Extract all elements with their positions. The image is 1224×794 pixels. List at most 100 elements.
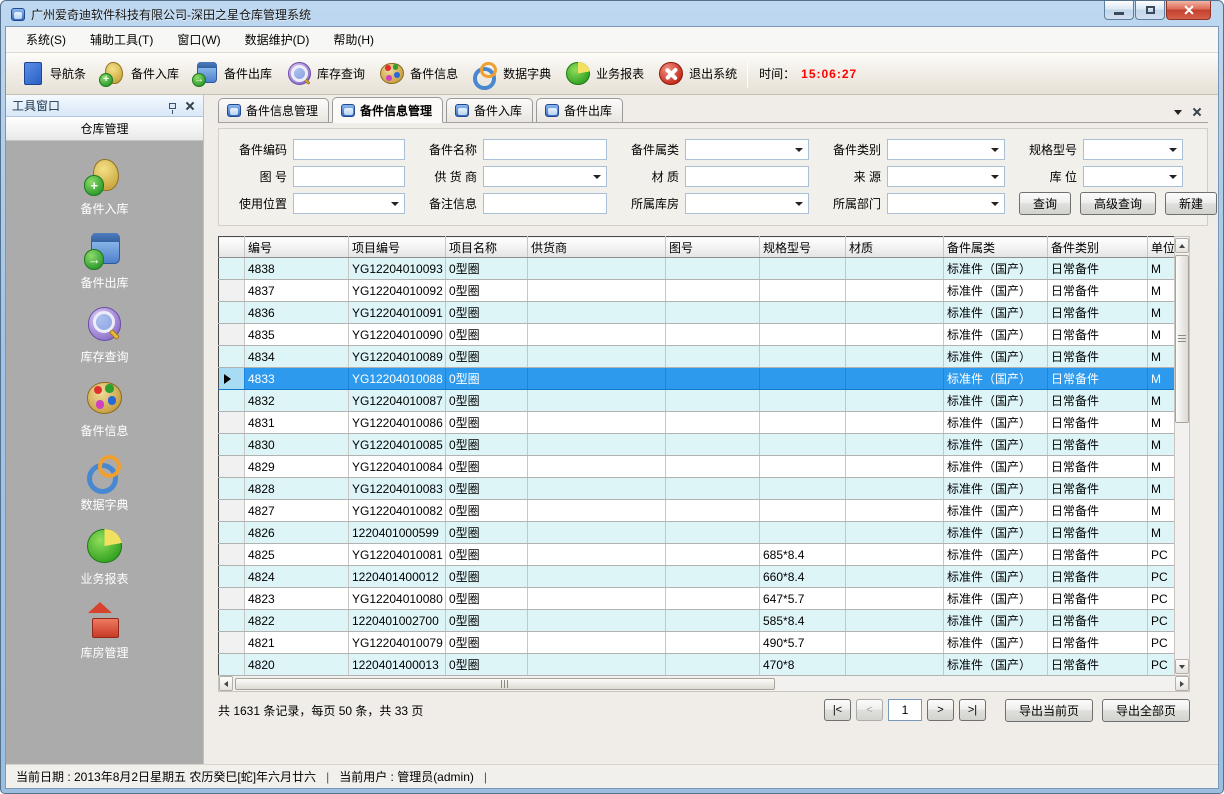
search-field-input[interactable] xyxy=(484,167,606,186)
column-header[interactable]: 单位 xyxy=(1148,237,1175,258)
menu-item[interactable]: 窗口(W) xyxy=(165,27,232,52)
advanced-query-button[interactable]: 高级查询 xyxy=(1080,192,1156,215)
table-row[interactable]: 4822 1220401002700 0型圈 585*8.4 标准件（国产） 日… xyxy=(219,610,1175,632)
search-field-control[interactable] xyxy=(483,166,607,187)
search-field-control[interactable] xyxy=(685,166,809,187)
row-selector-cell[interactable] xyxy=(219,434,245,456)
menu-item[interactable]: 系统(S) xyxy=(14,27,78,52)
table-row[interactable]: 4825 YG12204010081 0型圈 685*8.4 标准件（国产） 日… xyxy=(219,544,1175,566)
export-all-pages-button[interactable]: 导出全部页 xyxy=(1102,699,1190,722)
chevron-down-icon[interactable] xyxy=(1169,148,1177,152)
next-page-button[interactable]: > xyxy=(927,699,954,721)
search-field-input[interactable] xyxy=(686,140,808,159)
table-row[interactable]: 4828 YG12204010083 0型圈 标准件（国产） 日常备件 xyxy=(219,478,1175,500)
menu-item[interactable]: 辅助工具(T) xyxy=(78,27,165,52)
column-header[interactable]: 项目名称 xyxy=(446,237,528,258)
search-field-control[interactable] xyxy=(887,139,1005,160)
sidebar-shortcut[interactable]: 库存查询 xyxy=(80,305,128,365)
table-row[interactable]: 4830 YG12204010085 0型圈 标准件（国产） 日常备件 xyxy=(219,434,1175,456)
row-selector-cell[interactable] xyxy=(219,258,245,280)
chevron-down-icon[interactable] xyxy=(795,202,803,206)
row-selector-cell[interactable] xyxy=(219,390,245,412)
table-row[interactable]: 4836 YG12204010091 0型圈 标准件（国产） 日常备件 xyxy=(219,302,1175,324)
row-selector-cell[interactable] xyxy=(219,456,245,478)
page-number-input[interactable] xyxy=(888,699,922,721)
tab-list-dropdown-icon[interactable] xyxy=(1174,110,1182,115)
vertical-scrollbar[interactable] xyxy=(1174,236,1190,676)
chevron-down-icon[interactable] xyxy=(795,148,803,152)
row-selector-cell[interactable] xyxy=(219,610,245,632)
search-field-input[interactable] xyxy=(888,167,1004,186)
search-field-control[interactable] xyxy=(887,166,1005,187)
search-field-control[interactable] xyxy=(483,193,607,214)
search-field-input[interactable] xyxy=(888,194,1004,213)
row-selector-cell[interactable] xyxy=(219,522,245,544)
sidebar-shortcut[interactable]: 业务报表 xyxy=(80,527,128,587)
column-header[interactable]: 编号 xyxy=(245,237,349,258)
new-button[interactable]: 新建 xyxy=(1165,192,1217,215)
column-header[interactable]: 规格型号 xyxy=(760,237,846,258)
sidebar-shortcut[interactable]: 数据字典 xyxy=(80,453,128,513)
query-button[interactable]: 查询 xyxy=(1019,192,1071,215)
table-row[interactable]: 4820 1220401400013 0型圈 470*8 标准件（国产） 日常备… xyxy=(219,654,1175,676)
table-row[interactable]: 4824 1220401400012 0型圈 660*8.4 标准件（国产） 日… xyxy=(219,566,1175,588)
toolbar-button[interactable]: 数据字典 xyxy=(465,57,558,91)
horizontal-scrollbar[interactable] xyxy=(218,676,1190,692)
sidebar-shortcut[interactable]: 备件入库 xyxy=(80,157,128,217)
menu-item[interactable]: 帮助(H) xyxy=(321,27,386,52)
search-field-input[interactable] xyxy=(1084,167,1182,186)
search-field-input[interactable] xyxy=(484,140,606,159)
scroll-down-button[interactable] xyxy=(1175,659,1189,674)
table-row[interactable]: 4834 YG12204010089 0型圈 标准件（国产） 日常备件 xyxy=(219,346,1175,368)
row-selector-cell[interactable] xyxy=(219,654,245,676)
chevron-down-icon[interactable] xyxy=(991,202,999,206)
toolbar-button[interactable]: 备件出库 xyxy=(186,57,279,91)
search-field-input[interactable] xyxy=(686,167,808,186)
table-row[interactable]: 4831 YG12204010086 0型圈 标准件（国产） 日常备件 xyxy=(219,412,1175,434)
toolbar-button[interactable]: 业务报表 xyxy=(558,57,651,91)
sidebar-shortcut[interactable]: 备件信息 xyxy=(80,379,128,439)
prev-page-button[interactable]: < xyxy=(856,699,883,721)
row-selector-cell[interactable] xyxy=(219,324,245,346)
row-selector-cell[interactable] xyxy=(219,346,245,368)
close-button[interactable] xyxy=(1166,1,1211,20)
row-selector-cell[interactable] xyxy=(219,280,245,302)
chevron-down-icon[interactable] xyxy=(1169,175,1177,179)
chevron-down-icon[interactable] xyxy=(991,148,999,152)
toolbar-button[interactable]: 备件入库 xyxy=(93,57,186,91)
column-header[interactable]: 图号 xyxy=(666,237,760,258)
search-field-control[interactable] xyxy=(293,166,405,187)
search-field-control[interactable] xyxy=(685,193,809,214)
menu-item[interactable]: 数据维护(D) xyxy=(233,27,322,52)
search-field-control[interactable] xyxy=(293,193,405,214)
column-header[interactable]: 项目编号 xyxy=(349,237,446,258)
row-selector-cell[interactable] xyxy=(219,302,245,324)
scroll-right-button[interactable] xyxy=(1175,676,1189,691)
panel-close-button[interactable] xyxy=(183,99,197,113)
search-field-input[interactable] xyxy=(484,194,606,213)
table-row[interactable]: 4833 YG12204010088 0型圈 标准件（国产） 日常备件 xyxy=(219,368,1175,390)
search-field-control[interactable] xyxy=(483,139,607,160)
toolbar-button[interactable]: 导航条 xyxy=(12,57,93,91)
title-bar[interactable]: 广州爱奇迪软件科技有限公司-深田之星仓库管理系统 xyxy=(5,1,1219,26)
search-field-input[interactable] xyxy=(1084,140,1182,159)
column-header[interactable]: 备件属类 xyxy=(944,237,1048,258)
search-field-input[interactable] xyxy=(888,140,1004,159)
row-selector-cell[interactable] xyxy=(219,544,245,566)
document-tab[interactable]: 备件信息管理 xyxy=(332,97,443,123)
document-tab[interactable]: 备件入库 xyxy=(446,98,533,122)
search-field-control[interactable] xyxy=(1083,139,1183,160)
search-field-input[interactable] xyxy=(294,140,404,159)
table-row[interactable]: 4832 YG12204010087 0型圈 标准件（国产） 日常备件 xyxy=(219,390,1175,412)
row-selector-cell[interactable] xyxy=(219,478,245,500)
chevron-down-icon[interactable] xyxy=(991,175,999,179)
row-selector-cell[interactable] xyxy=(219,500,245,522)
column-header[interactable]: 备件类别 xyxy=(1048,237,1148,258)
toolbar-button[interactable]: 备件信息 xyxy=(372,57,465,91)
row-selector-cell[interactable] xyxy=(219,412,245,434)
chevron-down-icon[interactable] xyxy=(391,202,399,206)
table-row[interactable]: 4827 YG12204010082 0型圈 标准件（国产） 日常备件 xyxy=(219,500,1175,522)
export-current-page-button[interactable]: 导出当前页 xyxy=(1005,699,1093,722)
table-row[interactable]: 4823 YG12204010080 0型圈 647*5.7 标准件（国产） 日… xyxy=(219,588,1175,610)
sidebar-shortcut[interactable]: 备件出库 xyxy=(80,231,128,291)
